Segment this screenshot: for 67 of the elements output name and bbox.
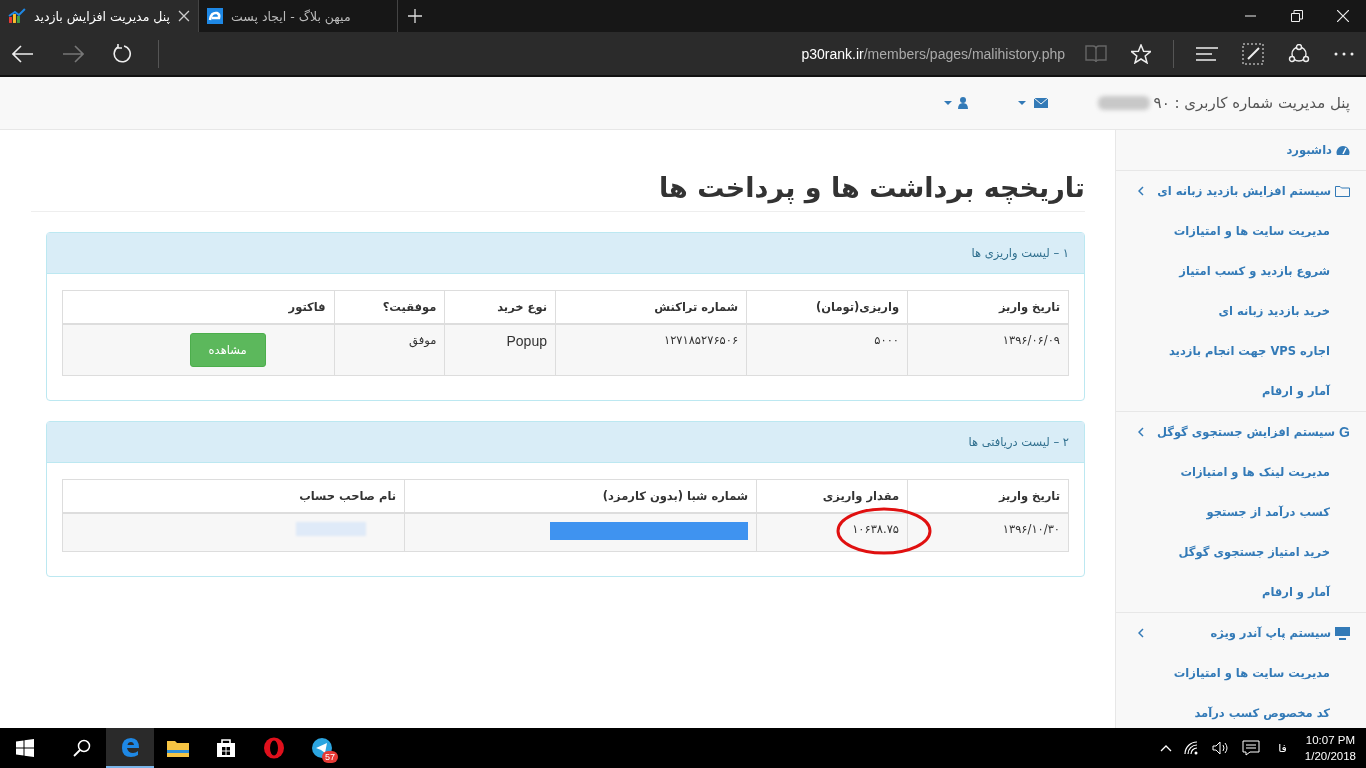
table-cell: ۱۳۹۶/۰۶/۰۹ <box>1002 333 1060 347</box>
new-tab-icon[interactable] <box>408 9 422 23</box>
sidebar-link[interactable]: اجاره VPS جهت انجام بازدید <box>1116 331 1366 371</box>
panel-title: ۱ – لیست واریزی ها <box>971 246 1069 260</box>
star-icon[interactable] <box>1131 43 1151 64</box>
sidebar-link[interactable]: مدیریت سایت ها و امتیازات <box>1116 211 1366 251</box>
taskbar-app[interactable] <box>106 728 154 768</box>
message-icon[interactable] <box>1242 740 1261 756</box>
restore-icon[interactable] <box>1291 10 1303 22</box>
table-cell: ۱۳۹۶/۱۰/۳۰ <box>1002 522 1060 536</box>
sidebar-link[interactable]: کسب درآمد از جستجو <box>1116 492 1366 532</box>
sidebar-link[interactable]: خرید بازدید زبانه ای <box>1116 291 1366 331</box>
redaction-mark <box>296 522 367 536</box>
view-button[interactable]: مشاهده <box>189 333 266 367</box>
address-bar[interactable]: p30rank.ir/members/pages/malihistory.php <box>801 45 1065 62</box>
panel-title: ۲ – لیست دریافتی ها <box>968 435 1069 449</box>
table-cell: موفق <box>409 333 437 347</box>
sidebar-item[interactable]: داشبورد <box>1116 130 1366 170</box>
browser-tab[interactable]: پنل مدیریت افزایش بازدید <box>0 0 199 32</box>
blurred-text <box>1097 96 1150 110</box>
page-title: تاریخچه برداشت ها و پرداخت ها <box>31 130 1085 212</box>
sidebar-link[interactable]: شروع بازدید و کسب امتیاز <box>1116 251 1366 291</box>
chevron-up-icon[interactable] <box>1160 744 1173 752</box>
chevron-icon[interactable] <box>1138 427 1144 437</box>
clock[interactable]: 10:07 PM 1/20/2018 <box>1298 732 1366 764</box>
table-cell: ۵۰۰۰ <box>874 333 900 347</box>
close-icon[interactable] <box>178 10 190 22</box>
time-text: 10:07 PM <box>1305 733 1356 748</box>
blog-icon <box>207 8 223 24</box>
back-arrow-icon[interactable] <box>12 44 34 63</box>
envelope-icon[interactable] <box>1017 97 1048 109</box>
shopping-bag-icon <box>216 738 236 758</box>
table-cell: Popup <box>506 333 547 349</box>
chevron-icon[interactable] <box>1138 186 1144 196</box>
sidebar-link[interactable]: آمار و ارقام <box>1116 572 1366 612</box>
dashboard-icon <box>1336 144 1350 156</box>
refresh-icon[interactable] <box>112 43 132 64</box>
share-icon[interactable] <box>1288 43 1310 64</box>
sidebar-link[interactable]: مدیریت سایت ها و امتیازات <box>1116 653 1366 693</box>
notification-badge: 57 <box>322 751 338 763</box>
taskbar-app[interactable]: 57 <box>298 728 346 768</box>
sidebar-link[interactable]: آمار و ارقام <box>1116 371 1366 411</box>
sidebar-link[interactable]: مدیریت لینک ها و امتیازات <box>1116 452 1366 492</box>
opera-icon <box>263 737 285 759</box>
sidebar-item[interactable]: سیستم پاپ آندر ویژه <box>1116 613 1366 653</box>
sidebar-link[interactable]: کد مخصوص کسب درآمد <box>1116 693 1366 728</box>
folder-icon <box>167 739 189 757</box>
google-icon: G <box>1339 424 1350 440</box>
speaker-icon[interactable] <box>1212 741 1231 755</box>
chart-icon <box>8 8 26 24</box>
pen-frame-icon[interactable] <box>1242 42 1264 65</box>
chevron-icon[interactable] <box>1138 628 1144 638</box>
edge-icon <box>119 736 141 758</box>
date-text: 1/20/2018 <box>1304 749 1356 764</box>
language-indicator[interactable]: فا <box>1278 741 1287 755</box>
panel-title: پنل مدیریت شماره کاربری : ۹۰ <box>1153 94 1350 112</box>
list-icon[interactable] <box>1196 46 1218 61</box>
folder-icon <box>1335 185 1350 197</box>
windows-start-icon[interactable] <box>16 739 34 757</box>
sidebar-item[interactable]: سیستم افزایش بازدید زبانه ای <box>1116 171 1366 211</box>
table-cell: ۱۲۷۱۸۵۲۷۶۵۰۶ <box>663 333 739 347</box>
table-cell: ۱۰۶۳۸.۷۵ <box>852 522 900 536</box>
search-icon <box>73 739 91 757</box>
user-icon[interactable] <box>943 97 968 109</box>
more-icon[interactable] <box>1334 51 1354 56</box>
monitor-icon <box>1335 626 1350 640</box>
sidebar-link[interactable]: خرید امتیاز جستجوی گوگل <box>1116 532 1366 572</box>
